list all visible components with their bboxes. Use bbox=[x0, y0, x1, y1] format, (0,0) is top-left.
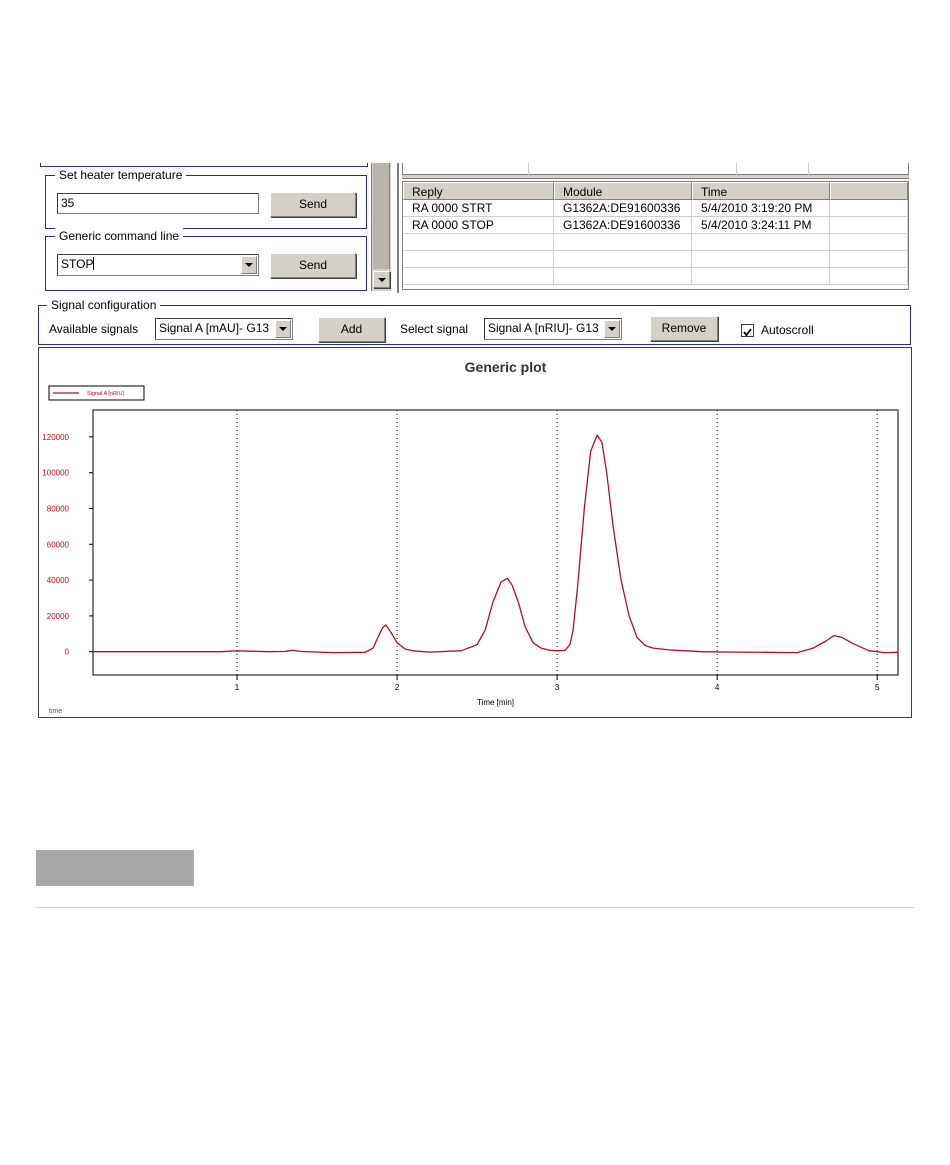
chevron-down-icon[interactable] bbox=[275, 320, 291, 338]
page-divider bbox=[36, 907, 914, 908]
signal-configuration-group: Signal configuration Available signals S… bbox=[38, 297, 911, 345]
heater-temperature-input[interactable]: 35 bbox=[57, 193, 259, 214]
heater-group-label: Set heater temperature bbox=[55, 167, 187, 183]
select-signal-value: Signal A [nRIU]- G13 bbox=[488, 321, 599, 335]
y-tick-label: 60000 bbox=[47, 540, 70, 549]
series-line bbox=[93, 434, 899, 654]
chevron-down-icon[interactable] bbox=[604, 320, 620, 338]
left-control-panel: Set heater temperature 35 Send Generic c… bbox=[38, 163, 392, 293]
select-signal-label: Select signal bbox=[400, 322, 469, 336]
y-tick-label: 100000 bbox=[42, 469, 69, 478]
available-signals-value: Signal A [mAU]- G13 bbox=[159, 321, 270, 335]
available-signals-select[interactable]: Signal A [mAU]- G13 bbox=[155, 318, 293, 340]
x-tick-label: 1 bbox=[235, 683, 240, 692]
time-cell: 5/4/2010 3:24:11 PM bbox=[692, 217, 830, 233]
table-row-empty bbox=[403, 234, 908, 251]
gray-tab-block bbox=[36, 850, 194, 886]
table-row[interactable]: RA 0000 STRT G1362A:DE91600336 5/4/2010 … bbox=[403, 200, 908, 217]
autoscroll-label: Autoscroll bbox=[761, 323, 814, 337]
x-tick-label: 5 bbox=[875, 683, 880, 692]
signal-configuration-label: Signal configuration bbox=[47, 297, 161, 313]
column-header-module[interactable]: Module bbox=[554, 182, 692, 200]
time-cell: 5/4/2010 3:19:20 PM bbox=[692, 200, 830, 216]
command-send-button[interactable]: Send bbox=[270, 253, 356, 278]
table-row-empty bbox=[403, 251, 908, 268]
chart-title: Generic plot bbox=[465, 359, 547, 375]
reply-cell: RA 0000 STRT bbox=[403, 200, 554, 216]
module-cell: G1362A:DE91600336 bbox=[554, 200, 692, 216]
command-group-label: Generic command line bbox=[55, 228, 184, 244]
upper-grid-fragment bbox=[402, 163, 909, 175]
y-tick-label: 40000 bbox=[47, 576, 70, 585]
remove-signal-button[interactable]: Remove bbox=[650, 316, 718, 341]
x-tick-label: 4 bbox=[715, 683, 720, 692]
column-header-time[interactable]: Time bbox=[692, 182, 830, 200]
table-row-empty bbox=[403, 268, 908, 285]
corner-time-label: time bbox=[49, 708, 62, 715]
plot-area bbox=[92, 409, 899, 676]
generic-plot-chart: Generic plot 1 2 3 4 5 0 20000 40000 60000 80000 10… bbox=[42, 359, 899, 715]
command-group: Generic command line STOP Send bbox=[45, 228, 367, 291]
upper-grid-bottom-bar bbox=[402, 175, 909, 179]
column-header-blank bbox=[830, 182, 908, 200]
reply-cell: RA 0000 STOP bbox=[403, 217, 554, 233]
chevron-down-icon[interactable] bbox=[241, 256, 257, 274]
add-signal-button[interactable]: Add bbox=[318, 317, 385, 342]
scroll-down-button[interactable] bbox=[373, 271, 390, 288]
reply-table-header: Reply Module Time bbox=[403, 182, 908, 200]
check-icon bbox=[743, 328, 752, 337]
heater-group: Set heater temperature 35 Send bbox=[45, 167, 367, 229]
module-cell: G1362A:DE91600336 bbox=[554, 217, 692, 233]
reply-panel: Reply Module Time RA 0000 STRT G1362A:DE… bbox=[397, 163, 911, 293]
chevron-down-icon bbox=[377, 277, 386, 282]
chart-frame: Generic plot 1 2 3 4 5 0 20000 40000 60000 80000 10… bbox=[38, 347, 912, 718]
reply-table: Reply Module Time RA 0000 STRT G1362A:DE… bbox=[402, 181, 909, 290]
y-tick-label: 120000 bbox=[42, 433, 69, 442]
command-line-combo[interactable]: STOP bbox=[57, 254, 259, 276]
heater-send-button[interactable]: Send bbox=[270, 192, 356, 217]
x-tick-label: 3 bbox=[555, 683, 560, 692]
available-signals-label: Available signals bbox=[49, 322, 139, 336]
x-tick-label: 2 bbox=[395, 683, 400, 692]
y-tick-label: 0 bbox=[65, 648, 70, 657]
x-axis-label: Time [min] bbox=[477, 698, 514, 707]
y-tick-label: 20000 bbox=[47, 612, 70, 621]
autoscroll-checkbox[interactable] bbox=[741, 324, 754, 337]
table-row[interactable]: RA 0000 STOP G1362A:DE91600336 5/4/2010 … bbox=[403, 217, 908, 234]
left-panel-scrollbar[interactable] bbox=[371, 163, 391, 291]
scrollbar-thumb[interactable] bbox=[373, 163, 390, 269]
y-tick-label: 80000 bbox=[47, 504, 70, 513]
legend-entry: Signal A [nRIU] bbox=[87, 391, 124, 397]
select-signal-select[interactable]: Signal A [nRIU]- G13 bbox=[484, 318, 622, 340]
command-line-value: STOP bbox=[61, 257, 94, 271]
column-header-reply[interactable]: Reply bbox=[403, 182, 554, 200]
